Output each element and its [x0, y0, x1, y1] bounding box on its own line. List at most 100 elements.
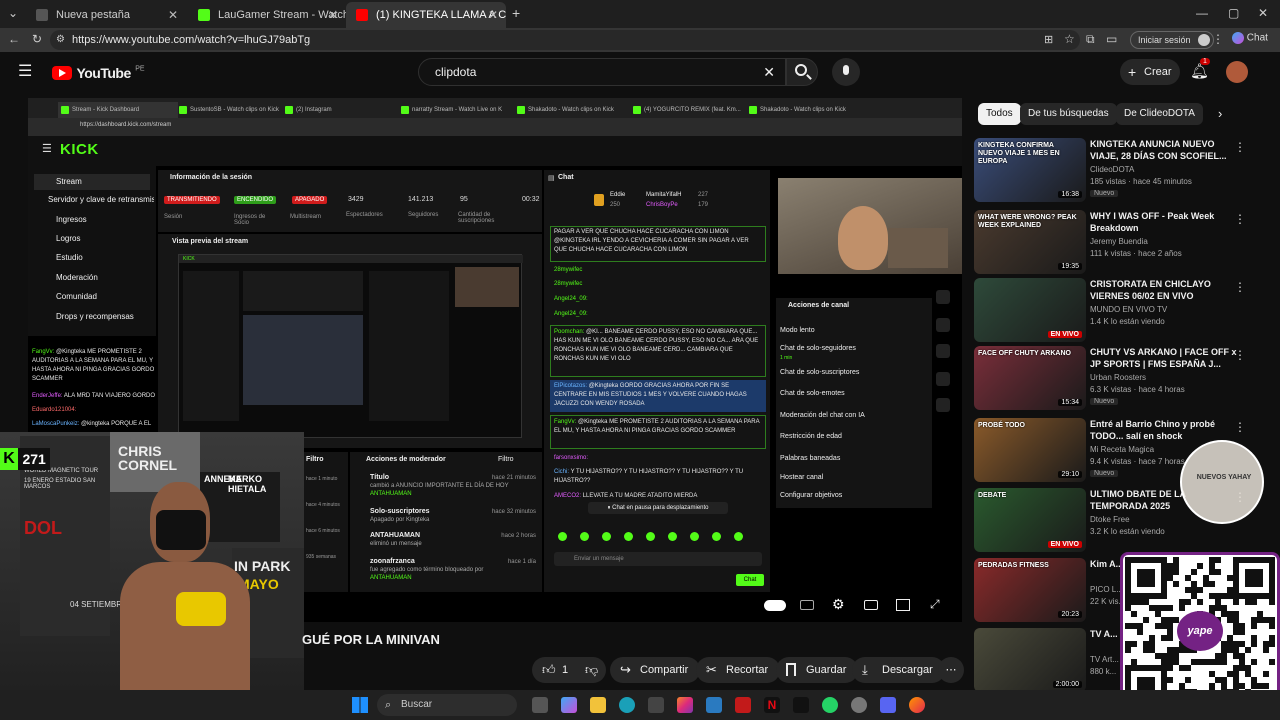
browser-tab-kick[interactable]: LauGamer Stream - Watch Live on ✕ — [188, 2, 346, 28]
clear-search-icon[interactable]: ✕ — [763, 59, 775, 85]
tiktok-icon[interactable] — [793, 697, 809, 713]
recommendation-channel[interactable]: ClideoDOTA — [1090, 165, 1134, 174]
firefox-icon[interactable] — [909, 697, 925, 713]
chip-from-searches[interactable]: De tus búsquedas — [1020, 103, 1117, 125]
action-goals: Configurar objetivos — [780, 492, 843, 499]
reload-icon[interactable]: ↻ — [32, 32, 42, 46]
pinned-user: MamitaYifalH — [646, 192, 682, 198]
photos-icon[interactable] — [706, 697, 722, 713]
recommendation-channel[interactable]: PICO L... — [1090, 585, 1123, 594]
recommendation-thumbnail[interactable]: DEBATE EN VIVO — [974, 488, 1086, 552]
signin-button[interactable]: Iniciar sesión — [1130, 31, 1214, 49]
store-icon[interactable] — [648, 697, 664, 713]
file-explorer-icon[interactable] — [590, 697, 606, 713]
recommendation-thumbnail[interactable]: FACE OFF CHUTY ARKANO 15:34 — [974, 346, 1086, 410]
like-count: 1 — [562, 664, 569, 676]
browser-tab-new[interactable]: Nueva pestaña ✕ — [26, 2, 186, 28]
extensions-icon[interactable]: ⧉ — [1086, 32, 1095, 47]
url-field[interactable]: ⚙ https://www.youtube.com/watch?v=lhuGJ7… — [50, 30, 1080, 50]
recommendation-channel[interactable]: Urban Roosters — [1090, 373, 1146, 382]
chat-line: Angel24_09: — [554, 310, 784, 319]
chat-button[interactable]: Chat — [1232, 32, 1268, 44]
download-button[interactable]: ⤓ Descargar — [852, 657, 945, 683]
notifications-button[interactable]: 🔔︎ 1 — [1190, 58, 1210, 81]
recommendation-channel[interactable]: MUNDO EN VIVO TV — [1090, 305, 1167, 314]
hamburger-menu-icon[interactable]: ☰ — [18, 61, 32, 81]
tab-list-icon[interactable]: ⌄ — [8, 6, 18, 20]
more-options-icon[interactable]: ⋮ — [1234, 140, 1246, 154]
whatsapp-icon[interactable] — [822, 697, 838, 713]
install-icon[interactable]: ⊞ — [1044, 33, 1053, 46]
recommendation-channel[interactable]: TV Art... — [1090, 655, 1119, 664]
close-icon[interactable]: ✕ — [488, 8, 498, 22]
search-button[interactable] — [786, 58, 818, 86]
chip-all[interactable]: Todos — [978, 103, 1021, 125]
copilot-icon[interactable] — [561, 697, 577, 713]
autoplay-toggle[interactable] — [764, 600, 786, 611]
search-input[interactable]: clipdota ✕ — [418, 58, 786, 86]
recommendation-item[interactable]: WHAT WERE WRONG? PEAK WEEK EXPLAINED 19:3… — [974, 210, 1274, 274]
voice-search-button[interactable] — [832, 58, 860, 86]
fullscreen-icon[interactable]: ⤢ — [930, 597, 940, 612]
create-button[interactable]: + Crear — [1120, 59, 1180, 85]
recommendation-item[interactable]: FACE OFF CHUTY ARKANO 15:34 CHUTY VS ARKAN… — [974, 346, 1274, 410]
recommendation-item[interactable]: KINGTEKA CONFIRMA NUEVO VIAJE 1 MES EN E… — [974, 138, 1274, 202]
browser-tab-youtube[interactable]: (1) KINGTEKA LLAMA A CIRIL ✕ — [346, 2, 506, 28]
task-view-icon[interactable] — [532, 697, 548, 713]
chat-message-input[interactable]: Enviar un mensaje — [554, 552, 762, 566]
taskbar-search[interactable]: ⌕ Buscar — [377, 694, 517, 716]
windows-start-icon[interactable] — [352, 697, 368, 713]
close-window-icon[interactable]: ✕ — [1258, 6, 1268, 20]
chevron-right-icon[interactable]: › — [1218, 106, 1222, 121]
close-icon[interactable]: ✕ — [168, 8, 178, 22]
account-avatar[interactable] — [1226, 61, 1248, 83]
discord-icon[interactable] — [880, 697, 896, 713]
more-options-icon[interactable]: ⋮ — [1234, 280, 1246, 294]
clip-button[interactable]: ✂ Recortar — [696, 657, 781, 683]
recommendation-thumbnail[interactable]: 2:00:00 — [974, 628, 1086, 692]
stat-followers-label: Seguidores — [408, 212, 439, 218]
recommendation-channel[interactable]: Dtoke Free — [1090, 515, 1130, 524]
netflix-icon[interactable]: N — [764, 697, 780, 713]
new-tab-icon[interactable]: + — [512, 5, 520, 21]
maximize-icon[interactable]: ▢ — [1228, 6, 1239, 20]
more-actions-button[interactable]: ⋯ — [938, 657, 964, 683]
chip-from-clideodota[interactable]: De ClideoDOTA — [1116, 103, 1203, 125]
recommendation-thumbnail[interactable]: PEDRADAS FITNESS 20:23 — [974, 558, 1086, 622]
miniplayer-icon[interactable] — [864, 600, 878, 610]
save-button[interactable]: Guardar — [776, 657, 859, 683]
recommendation-thumbnail[interactable]: EN VIVO — [974, 278, 1086, 342]
more-options-icon[interactable]: ⋮ — [1234, 212, 1246, 226]
sidebar-icon[interactable]: ▭ — [1106, 32, 1117, 46]
chatgpt-icon[interactable] — [851, 697, 867, 713]
minimize-icon[interactable]: — — [1196, 6, 1208, 20]
recommendation-thumbnail[interactable]: WHAT WERE WRONG? PEAK WEEK EXPLAINED 19:3… — [974, 210, 1086, 274]
recommendation-title: CRISTORATA EN CHICLAYO VIERNES 06/02 EN … — [1090, 279, 1211, 301]
create-label: Crear — [1144, 66, 1172, 78]
recommendation-channel[interactable]: Jeremy Buendia — [1090, 237, 1148, 246]
subtitles-icon[interactable] — [800, 600, 814, 610]
recommendation-channel[interactable]: Mi Receta Magica — [1090, 445, 1154, 454]
site-info-icon[interactable]: ⚙ — [56, 30, 65, 50]
settings-gear-icon[interactable]: ⚙ — [832, 596, 845, 613]
dislike-button[interactable]: 👎︎ — [578, 657, 606, 683]
chat-paused-banner[interactable]: ⏸ Chat en pausa para desplazamiento — [588, 502, 728, 514]
close-icon[interactable]: ✕ — [328, 8, 338, 22]
pdf-icon[interactable] — [735, 697, 751, 713]
bookmark-star-icon[interactable]: ☆ — [1064, 32, 1075, 46]
chat-send-button[interactable]: Chat — [736, 574, 764, 586]
instagram-icon[interactable] — [677, 697, 693, 713]
recommendation-item[interactable]: EN VIVO CRISTORATA EN CHICLAYO VIERNES 06… — [974, 278, 1274, 342]
recommendation-thumbnail[interactable]: KINGTEKA CONFIRMA NUEVO VIAJE 1 MES EN E… — [974, 138, 1086, 202]
more-options-icon[interactable]: ⋮ — [1234, 420, 1246, 434]
recommendation-thumbnail[interactable]: PROBÉ TODO 29:10 — [974, 418, 1086, 482]
theater-mode-icon[interactable] — [896, 599, 910, 611]
like-button[interactable]: 👍︎ 1 — [532, 657, 578, 683]
share-button[interactable]: ↪ Compartir — [610, 657, 701, 683]
youtube-logo[interactable]: YouTube PE — [52, 64, 145, 81]
more-options-icon[interactable]: ⋮ — [1234, 348, 1246, 362]
inner-tab: (4) YOGURCITO REMIX (feat. Km... — [630, 102, 742, 118]
more-menu-icon[interactable]: ⋮ — [1212, 32, 1224, 46]
back-icon[interactable]: ← — [8, 32, 20, 46]
edge-browser-icon[interactable] — [619, 697, 635, 713]
